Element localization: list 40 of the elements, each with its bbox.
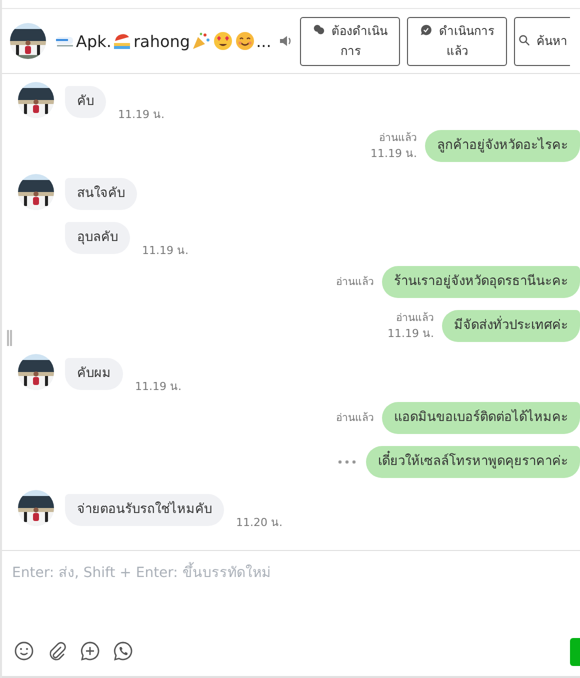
contact-name: Apk. (76, 32, 112, 50)
message-time: 11.19 น. (370, 146, 417, 161)
message-bubble: อุบลคับ (65, 222, 130, 254)
status-button[interactable]: ดำเนินการแล้ว (407, 16, 508, 66)
party-popper-icon (191, 31, 212, 51)
message-bubble: ร้านเราอยู่จังหวัดอุดรธานีนะคะ (382, 266, 580, 298)
read-status: อ่านแล้ว (379, 131, 417, 146)
message-bubble: เดี๋ยวให้เซลล์โทรหาพูดคุยราคาค่ะ (366, 446, 580, 478)
contact-name: rahong (133, 32, 190, 50)
phone-bubble-icon[interactable] (113, 641, 133, 661)
message-bubble: คับผม (65, 358, 123, 390)
read-status: อ่านแล้ว (336, 410, 374, 426)
message-bubble: สนใจคับ (65, 178, 137, 210)
message-bubble: มีจัดส่งทั่วประเทศค่ะ (442, 310, 580, 342)
message-time: 11.19 น. (135, 379, 182, 394)
chat-plus-icon[interactable] (80, 641, 100, 661)
umbrella-icon (112, 31, 132, 51)
attachment-icon[interactable] (47, 641, 67, 661)
resize-handle[interactable] (7, 330, 12, 346)
message-time: 11.19 น. (118, 107, 164, 122)
read-status: อ่านแล้ว (396, 311, 434, 326)
read-status: อ่านแล้ว (336, 274, 374, 290)
message-bubble: แอดมินขอเบอร์ติดต่อได้ไหมคะ (382, 402, 580, 434)
search-icon (518, 34, 530, 46)
message-time: 11.20 น. (236, 515, 282, 530)
search-button[interactable]: ค้นหา (514, 16, 570, 66)
contact-name: ... (256, 32, 272, 50)
message-bubble: ลูกค้าอยู่จังหวัดอะไรคะ (425, 130, 580, 162)
message-time: 11.19 น. (142, 243, 188, 258)
status-button[interactable]: ต้องดำเนินการ (300, 16, 400, 66)
message-bubble: จ่ายตอนรับรถใช่ไหมคับ (65, 494, 224, 526)
emoji-icon[interactable] (14, 641, 34, 661)
chat-bubbles-icon (312, 24, 325, 36)
heart-eyes-emoji-icon (213, 31, 234, 51)
more-icon[interactable] (338, 460, 356, 464)
message-time: 11.19 น. (388, 326, 434, 341)
speaker-icon[interactable] (279, 34, 294, 48)
smiling-emoji-icon (235, 31, 256, 51)
check-bubble-icon (420, 24, 432, 36)
message-bubble: คับ (65, 86, 106, 118)
